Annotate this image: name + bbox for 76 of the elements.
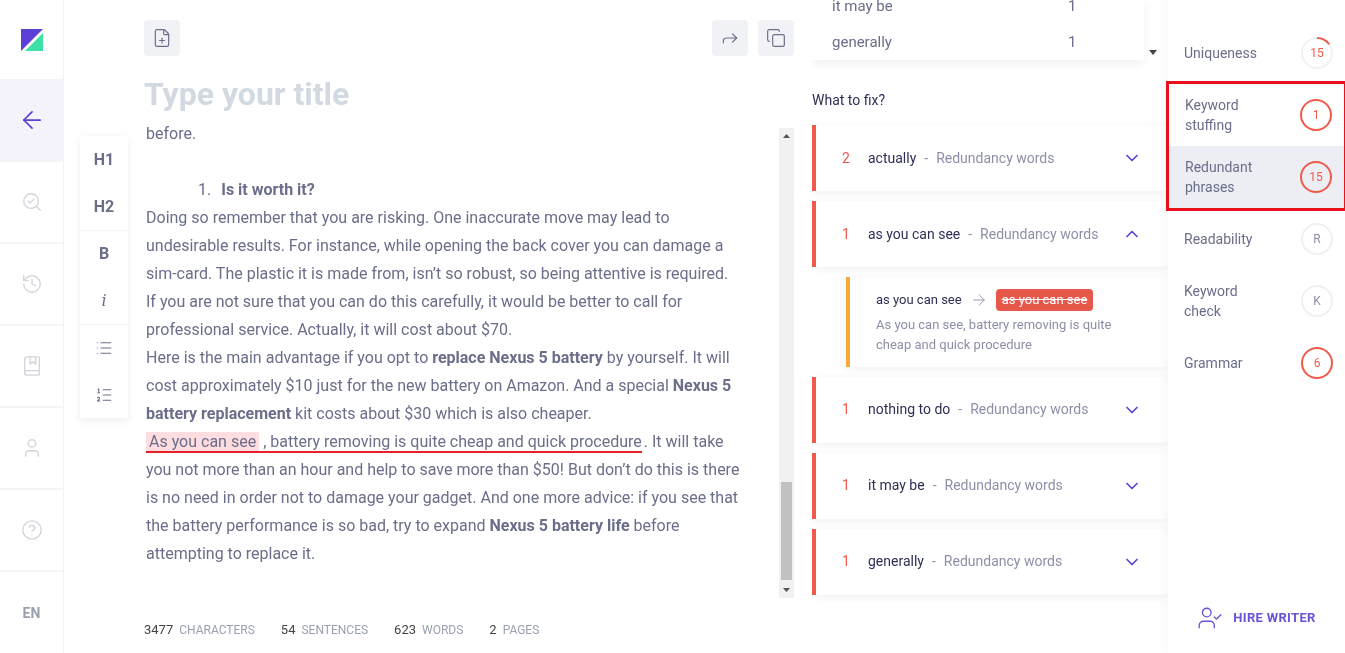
paragraph-text: Here is the main advantage if you opt to replace Nexus 5 battery by yourself. It will cost approximately $10 just for the new battery on Amazon. And a special Nexus 5 battery replacement kit costs about $30 which is also cheaper. — [146, 347, 733, 425]
original-phrase: as you can see — [876, 291, 962, 309]
issue-card[interactable]: 1 it may be - Redundancy words — [812, 452, 1168, 519]
copy-icon — [766, 28, 786, 48]
issue-count: 1 — [842, 552, 851, 571]
issue-phrase: nothing to do — [868, 400, 951, 419]
heading-button[interactable]: H1 — [80, 136, 128, 183]
paragraph-text: As you can see , battery removing is quite cheap and quick procedure. It will take you not more than an hour and help to save more than $50! But don’t do this is there is no need in order not to damage your gadget. And one more advice: if you see that the battery performance is so bad, try to expand Nexus 5 battery life before attempting to replace it. — [146, 431, 741, 565]
search-icon — [20, 191, 43, 213]
scroll-down-icon[interactable] — [1148, 50, 1158, 56]
stat-value: 2 — [489, 621, 497, 639]
logo-icon — [20, 28, 43, 51]
issue-count: 1 — [842, 224, 851, 244]
separator-dash: - — [958, 400, 963, 419]
score-badge: R — [1301, 223, 1333, 255]
help-icon — [20, 519, 43, 541]
issue-category: Redundancy words — [936, 148, 1056, 168]
paragraph-text: Doing so remember that you are risking. One inaccurate move may lead to undesirable results. For instance, while opening the back cover you can damage a sim-card. The plastic it is made from, isn’t so robust, so being attentive is required. — [146, 207, 730, 285]
issue-category: Redundancy words — [944, 476, 1064, 495]
stat-label: WORDS — [422, 622, 464, 639]
issue-category: Redundancy words — [943, 552, 1064, 571]
suggestion-context: As you can see, battery removing is quite cheap and quick procedure — [876, 315, 1113, 354]
remove-phrase-button[interactable]: as you can see — [995, 289, 1094, 311]
italic-button[interactable]: i — [80, 277, 128, 324]
issue-card[interactable]: 1 nothing to do - Redundancy words — [812, 376, 1168, 443]
score-badge: 1 — [1300, 99, 1332, 131]
separator-dash: - — [968, 224, 973, 244]
issue-category: Redundancy words — [970, 400, 1090, 419]
user-check-icon — [1197, 605, 1224, 631]
phrase-table-cell-text: 1 — [1068, 0, 1078, 17]
language-label: EN — [22, 603, 41, 623]
heading-button[interactable]: H2 — [80, 183, 128, 230]
issue-phrase: it may be — [868, 476, 925, 495]
nav-button[interactable] — [0, 80, 63, 162]
issue-count: 1 — [842, 476, 851, 495]
separator-dash: - — [924, 148, 929, 168]
issue-count: 2 — [842, 148, 851, 168]
new-document-icon — [152, 28, 172, 48]
score-badge: K — [1301, 285, 1333, 317]
share-button[interactable] — [712, 20, 748, 56]
phrase-table-cell-text: 1 — [1068, 31, 1078, 53]
score-badge: 15 — [1300, 161, 1332, 193]
paragraph-text: before. — [146, 123, 198, 145]
issue-category: Redundancy words — [980, 224, 1100, 244]
bold-button[interactable]: B — [80, 230, 128, 277]
stat-label: SENTENCES — [301, 622, 369, 639]
issue-phrase: actually — [868, 148, 917, 168]
numbered-list-icon — [95, 385, 113, 404]
stat-label: CHARACTERS — [179, 622, 255, 639]
issue-phrase: generally — [868, 552, 924, 571]
section-heading: What to fix? — [812, 91, 887, 110]
stat-value: 3477 — [144, 621, 174, 639]
issue-card[interactable]: 1 as you can see - Redundancy words — [812, 201, 1168, 267]
history-icon — [20, 273, 43, 295]
scrollbar[interactable] — [779, 128, 794, 598]
phrase-table-cell-text: it may be — [832, 0, 894, 17]
list-item-heading: Is it worth it? — [221, 179, 315, 201]
issue-phrase: as you can see — [868, 224, 961, 244]
new-document-button[interactable] — [144, 20, 180, 56]
issue-card[interactable]: 2 actually - Redundancy words — [812, 125, 1168, 191]
stat-label: PAGES — [502, 622, 540, 639]
separator-dash: - — [931, 552, 936, 571]
issue-count: 1 — [842, 400, 851, 419]
stat-value: 54 — [280, 621, 296, 639]
score-badge: 15 — [1301, 37, 1333, 69]
phrase-table-cell-text: generally — [832, 31, 893, 53]
separator-dash: - — [932, 476, 937, 495]
issue-card[interactable]: 1 generally - Redundancy words — [812, 528, 1168, 595]
copy-button[interactable] — [758, 20, 794, 56]
check-item[interactable]: Redundant phrases 15 — [1169, 146, 1344, 208]
hire-writer-button[interactable]: HIRE WRITER — [1168, 605, 1345, 631]
stat-value: 623 — [394, 621, 417, 639]
bullet-list-icon — [95, 339, 113, 357]
paragraph-text: If you are not sure that you can do this carefully, it would be better to call for professional service. Actually, it will cost about $70. — [146, 291, 684, 341]
score-badge: 6 — [1301, 347, 1333, 379]
list-number: 1. — [198, 179, 212, 201]
